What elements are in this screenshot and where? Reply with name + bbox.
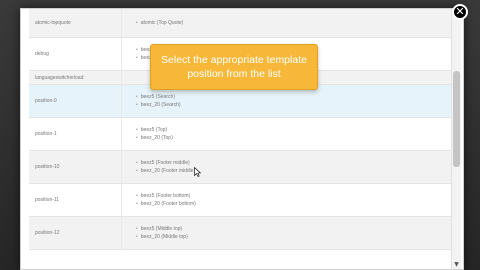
module-entry: beez_20 (Footer bottom) xyxy=(136,200,455,208)
position-name[interactable]: debug xyxy=(29,37,122,71)
position-modules: atomic (Top Quote) xyxy=(121,9,455,38)
position-modules: beez5 (Middle top) beez_20 (Middle top) xyxy=(121,216,455,250)
module-entry: beez5 (Middle top) xyxy=(136,225,455,233)
position-name[interactable]: position-11 xyxy=(29,183,122,217)
close-icon[interactable]: ✕ xyxy=(452,4,468,20)
table-row[interactable]: position-12 beez5 (Middle top) beez_20 (… xyxy=(29,216,455,250)
position-name[interactable]: languageswitcherload xyxy=(29,70,122,85)
vertical-scrollbar[interactable]: ▲ ▼ xyxy=(451,9,461,269)
position-name[interactable]: position-10 xyxy=(29,150,122,184)
position-name[interactable]: position-12 xyxy=(29,216,122,250)
module-entry: beez5 (Footer bottom) xyxy=(136,192,455,200)
scrollbar-thumb[interactable] xyxy=(453,71,460,167)
position-name[interactable]: atomic-topquote xyxy=(29,9,122,38)
table-row[interactable]: position-1 beez5 (Top) beez_20 (Top) xyxy=(29,117,455,151)
instruction-callout: Select the appropriate template position… xyxy=(150,44,318,90)
scroll-down-icon[interactable]: ▼ xyxy=(452,260,461,269)
table-row[interactable]: position-11 beez5 (Footer bottom) beez_2… xyxy=(29,183,455,217)
module-entry: beez_20 (Top) xyxy=(136,134,455,142)
module-entry: atomic (Top Quote) xyxy=(136,19,455,27)
position-modules: beez5 (Top) beez_20 (Top) xyxy=(121,117,455,151)
module-entry: beez_20 (Middle top) xyxy=(136,233,455,241)
module-entry: beez_20 (Footer middle) xyxy=(136,167,455,175)
module-entry: beez5 (Footer middle) xyxy=(136,159,455,167)
position-name[interactable]: position-1 xyxy=(29,117,122,151)
position-modules: beez5 (Footer middle) beez_20 (Footer mi… xyxy=(121,150,455,184)
position-modules: beez5 (Footer bottom) beez_20 (Footer bo… xyxy=(121,183,455,217)
module-entry: beez_20 (Search) xyxy=(136,101,455,109)
table-row[interactable]: position-10 beez5 (Footer middle) beez_2… xyxy=(29,150,455,184)
module-entry: beez5 (Search) xyxy=(136,93,455,101)
mouse-cursor-icon xyxy=(194,167,201,177)
table-row[interactable]: atomic-topquote atomic (Top Quote) xyxy=(29,9,455,38)
instruction-text: Select the appropriate template position… xyxy=(161,54,307,80)
module-entry: beez5 (Top) xyxy=(136,126,455,134)
position-name[interactable]: position-0 xyxy=(29,84,122,118)
